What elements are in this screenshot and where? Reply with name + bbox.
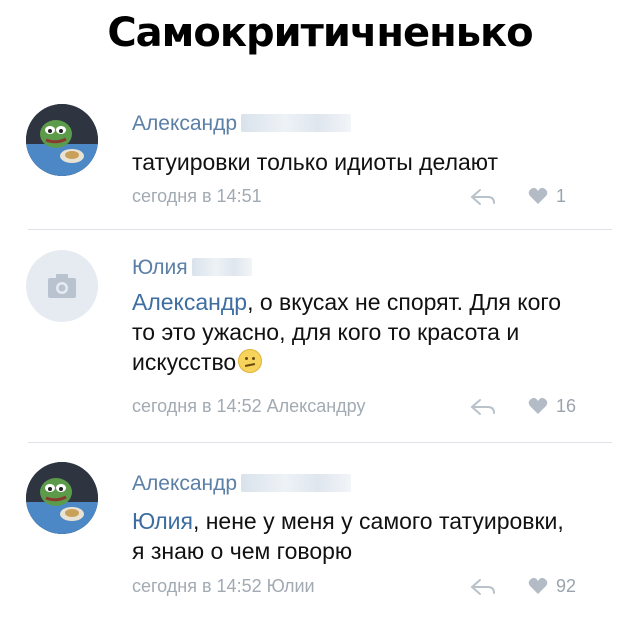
comment-body: , нене у меня у самого татуировки, я зна… bbox=[132, 508, 564, 564]
heart-icon bbox=[528, 187, 548, 204]
comment-author[interactable]: Александр bbox=[132, 112, 352, 136]
meme-title: Самокритичненько bbox=[107, 10, 533, 56]
divider bbox=[28, 229, 612, 230]
like-button[interactable]: 92 bbox=[528, 576, 576, 597]
avatar[interactable] bbox=[26, 462, 98, 534]
camera-icon bbox=[48, 274, 76, 298]
like-button[interactable]: 16 bbox=[528, 396, 576, 417]
author-name[interactable]: Александр bbox=[132, 472, 237, 495]
comment-author[interactable]: Александр bbox=[132, 472, 352, 496]
reply-icon[interactable] bbox=[470, 398, 496, 416]
comment-text: татуировки только идиоты делают bbox=[132, 147, 612, 177]
reply-icon[interactable] bbox=[470, 188, 496, 206]
comment-timestamp: сегодня в 14:52 Юлии bbox=[132, 576, 315, 596]
reply-icon[interactable] bbox=[470, 578, 496, 596]
like-button[interactable]: 1 bbox=[528, 186, 566, 207]
like-count: 92 bbox=[556, 576, 577, 596]
comment-text: Юлия, нене у меня у самого татуировки, я… bbox=[132, 506, 572, 566]
comment-author[interactable]: Юлия bbox=[132, 256, 252, 280]
comment-timestamp: сегодня в 14:51 bbox=[132, 186, 262, 206]
comment-timestamp: сегодня в 14:52 Александру bbox=[132, 396, 366, 416]
pepe-avatar-icon bbox=[26, 104, 98, 176]
divider bbox=[28, 442, 612, 443]
confused-emoji-icon bbox=[238, 349, 263, 373]
redacted-surname bbox=[241, 474, 352, 492]
comment-body: татуировки только идиоты делают bbox=[132, 149, 499, 175]
redacted-surname bbox=[241, 114, 352, 132]
mention-link[interactable]: Александр bbox=[132, 289, 247, 315]
comment-text: Александр, о вкусах не спорят. Для кого … bbox=[132, 287, 562, 377]
avatar[interactable] bbox=[26, 104, 98, 176]
avatar[interactable] bbox=[26, 250, 98, 322]
like-count: 16 bbox=[556, 396, 577, 416]
heart-icon bbox=[528, 397, 548, 414]
heart-icon bbox=[528, 577, 548, 594]
redacted-surname bbox=[191, 258, 252, 276]
mention-link[interactable]: Юлия bbox=[132, 508, 193, 534]
author-name[interactable]: Александр bbox=[132, 112, 237, 135]
pepe-avatar-icon bbox=[26, 462, 98, 534]
author-name[interactable]: Юлия bbox=[132, 256, 188, 279]
like-count: 1 bbox=[556, 186, 567, 206]
